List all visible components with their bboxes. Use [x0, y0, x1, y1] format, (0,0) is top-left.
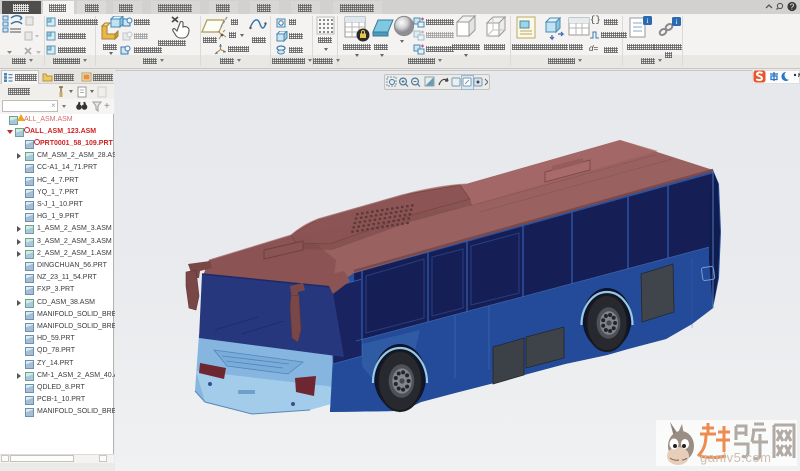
svg-text:i: i	[676, 18, 678, 26]
svg-text:?: ?	[790, 3, 795, 12]
svg-text:i: i	[647, 17, 649, 25]
